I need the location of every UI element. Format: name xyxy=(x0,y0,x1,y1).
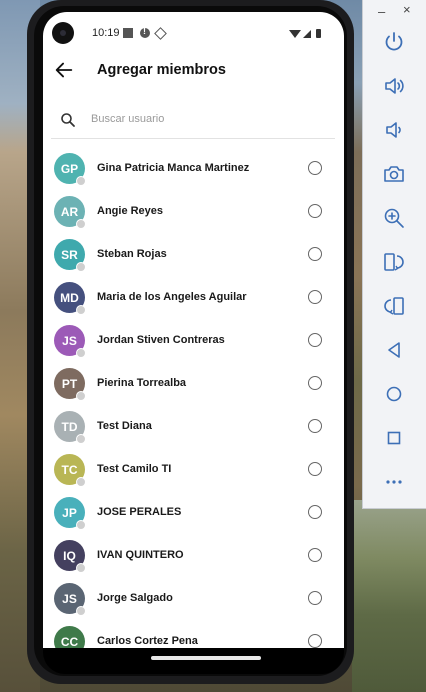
select-radio[interactable] xyxy=(308,161,322,175)
member-name: Jordan Stiven Contreras xyxy=(97,334,225,346)
presence-dot-icon xyxy=(76,434,86,444)
signal-icon xyxy=(303,30,311,38)
member-name: Jorge Salgado xyxy=(97,592,173,604)
rotate-left-icon[interactable] xyxy=(382,294,406,318)
member-row[interactable]: JS Jordan Stiven Contreras xyxy=(43,319,344,362)
overview-icon[interactable] xyxy=(382,426,406,450)
presence-dot-icon xyxy=(76,348,86,358)
member-row[interactable]: JP JOSE PERALES xyxy=(43,491,344,534)
home-indicator[interactable] xyxy=(151,656,261,660)
member-row[interactable]: MD Maria de los Angeles Aguilar xyxy=(43,276,344,319)
desktop-background-lower xyxy=(352,500,426,692)
member-name: JOSE PERALES xyxy=(97,506,182,518)
member-row[interactable]: AR Angie Reyes xyxy=(43,190,344,233)
app-header: Agregar miembros xyxy=(43,52,344,92)
presence-dot-icon xyxy=(76,305,86,315)
volume-up-icon[interactable] xyxy=(382,74,406,98)
select-radio[interactable] xyxy=(308,290,322,304)
status-bar: 10:19 xyxy=(43,12,344,52)
select-radio[interactable] xyxy=(308,419,322,433)
search-input[interactable] xyxy=(89,108,323,130)
power-icon[interactable] xyxy=(382,30,406,54)
member-row[interactable]: CC Carlos Cortez Pena xyxy=(43,620,344,648)
diamond-icon xyxy=(154,27,167,40)
presence-dot-icon xyxy=(76,563,86,573)
navigation-bar xyxy=(43,648,344,674)
member-name: Test Camilo TI xyxy=(97,463,172,475)
select-radio[interactable] xyxy=(308,634,322,648)
camera-icon[interactable] xyxy=(382,162,406,186)
rotate-right-icon[interactable] xyxy=(382,250,406,274)
member-row[interactable]: JS Jorge Salgado xyxy=(43,577,344,620)
member-name: Test Diana xyxy=(97,420,152,432)
select-radio[interactable] xyxy=(308,548,322,562)
member-name: Carlos Cortez Pena xyxy=(97,635,198,647)
home-icon[interactable] xyxy=(382,382,406,406)
close-button[interactable]: × xyxy=(403,2,411,17)
member-name: Steban Rojas xyxy=(97,248,167,260)
search-bar xyxy=(51,100,335,139)
search-icon xyxy=(60,112,76,128)
member-row[interactable]: TD Test Diana xyxy=(43,405,344,448)
alert-icon xyxy=(140,26,150,38)
member-name: Angie Reyes xyxy=(97,205,164,217)
presence-dot-icon xyxy=(76,391,86,401)
member-row[interactable]: GP Gina Patricia Manca Martinez xyxy=(43,147,344,190)
battery-icon xyxy=(316,29,321,38)
zoom-in-icon[interactable] xyxy=(382,206,406,230)
presence-dot-icon xyxy=(76,262,86,272)
wifi-icon xyxy=(289,30,301,38)
select-radio[interactable] xyxy=(308,462,322,476)
select-radio[interactable] xyxy=(308,204,322,218)
member-name: Gina Patricia Manca Martinez xyxy=(97,162,250,174)
select-radio[interactable] xyxy=(308,376,322,390)
app-screen: 10:19 Agregar miembros GPGina Patricia M… xyxy=(43,12,344,648)
presence-dot-icon xyxy=(76,219,86,229)
avatar: CC xyxy=(54,626,85,648)
back-icon[interactable] xyxy=(382,338,406,362)
presence-dot-icon xyxy=(76,606,86,616)
presence-dot-icon xyxy=(76,176,86,186)
minimize-button[interactable]: – xyxy=(378,4,385,19)
volume-down-icon[interactable] xyxy=(382,118,406,142)
page-title: Agregar miembros xyxy=(97,62,226,78)
member-row[interactable]: PT Pierina Torrealba xyxy=(43,362,344,405)
member-name: Maria de los Angeles Aguilar xyxy=(97,291,247,303)
member-row[interactable]: TC Test Camilo TI xyxy=(43,448,344,491)
status-time: 10:19 xyxy=(92,27,120,39)
select-radio[interactable] xyxy=(308,247,322,261)
select-radio[interactable] xyxy=(308,333,322,347)
emulator-toolbar: – × xyxy=(362,0,426,509)
member-row[interactable]: SR Steban Rojas xyxy=(43,233,344,276)
member-name: Pierina Torrealba xyxy=(97,377,187,389)
presence-dot-icon xyxy=(76,520,86,530)
select-radio[interactable] xyxy=(308,591,322,605)
notification-square-icon xyxy=(123,28,133,38)
back-arrow-icon[interactable] xyxy=(53,59,75,81)
presence-dot-icon xyxy=(76,477,86,487)
member-name: IVAN QUINTERO xyxy=(97,549,184,561)
member-row[interactable]: IQ IVAN QUINTERO xyxy=(43,534,344,577)
select-radio[interactable] xyxy=(308,505,322,519)
more-options-icon[interactable] xyxy=(382,470,406,494)
camera-hole xyxy=(52,22,74,44)
